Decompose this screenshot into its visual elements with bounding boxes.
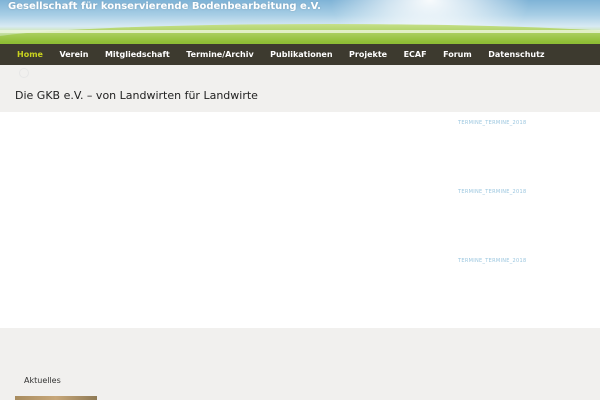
site-title[interactable]: Gesellschaft für konservierende Bodenbea… — [8, 1, 321, 12]
subheader: Die GKB e.V. – von Landwirten für Landwi… — [0, 78, 600, 112]
nav-item-forum[interactable]: Forum — [443, 50, 472, 59]
event-link[interactable]: TERMINE_TERMINE_2018 — [458, 189, 526, 195]
nav-item-datenschutz[interactable]: Datenschutz — [488, 50, 544, 59]
page-tagline: Die GKB e.V. – von Landwirten für Landwi… — [15, 89, 258, 102]
field-highlight-stripe — [0, 30, 600, 33]
header-banner: Gesellschaft für konservierende Bodenbea… — [0, 0, 600, 44]
main-nav: Home Verein Mitgliedschaft Termine/Archi… — [0, 44, 600, 65]
event-link[interactable]: TERMINE_TERMINE_2018 — [458, 258, 526, 264]
news-thumbnail[interactable] — [15, 396, 97, 400]
nav-item-verein[interactable]: Verein — [59, 50, 88, 59]
nav-item-ecaf[interactable]: ECAF — [404, 50, 427, 59]
nav-item-home[interactable]: Home — [17, 50, 43, 59]
nav-item-mitgliedschaft[interactable]: Mitgliedschaft — [105, 50, 170, 59]
main-content: TERMINE_TERMINE_2018 TERMINE_TERMINE_201… — [0, 112, 600, 328]
nav-item-projekte[interactable]: Projekte — [349, 50, 387, 59]
news-section: Aktuelles — [0, 328, 600, 400]
news-heading: Aktuelles — [24, 376, 61, 385]
event-link[interactable]: TERMINE_TERMINE_2018 — [458, 120, 526, 126]
logo-icon[interactable] — [19, 68, 29, 78]
green-field-graphic — [0, 24, 600, 44]
nav-item-termine-archiv[interactable]: Termine/Archiv — [186, 50, 253, 59]
nav-item-publikationen[interactable]: Publikationen — [270, 50, 332, 59]
